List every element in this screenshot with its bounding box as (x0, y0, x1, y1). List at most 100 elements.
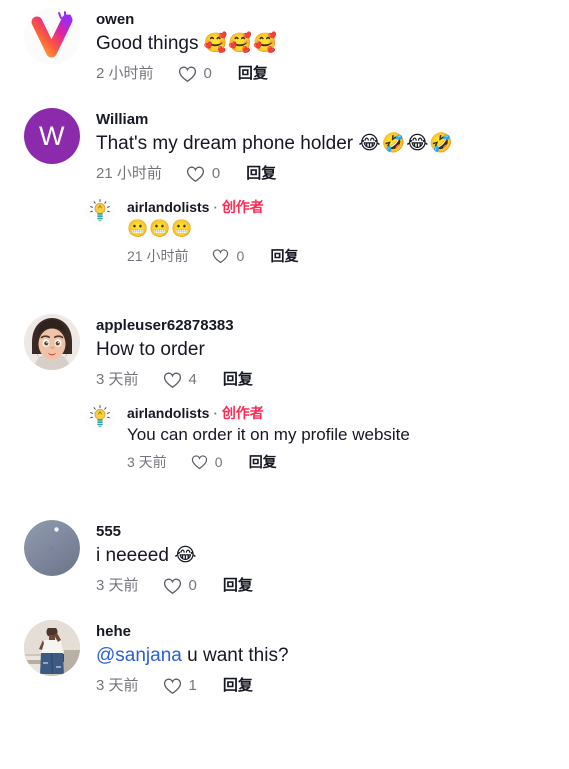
avatar-lightbulb-icon[interactable] (86, 198, 114, 226)
comment-meta: 3 天前 0 回复 (96, 574, 569, 598)
reply-button[interactable]: 回复 (223, 676, 253, 696)
username-text: appleuser62878383 (96, 317, 234, 334)
username-text: William (96, 111, 149, 128)
reply-button[interactable]: 回复 (249, 452, 277, 472)
avatar[interactable] (86, 404, 114, 432)
comment-timestamp: 21 小时前 (96, 165, 162, 182)
reply-meta: 3 天前 0 回复 (127, 450, 569, 474)
reply-emojis: 😬😬😬 (127, 219, 194, 239)
comment-timestamp: 3 天前 (96, 677, 139, 694)
reply-button[interactable]: 回复 (223, 576, 253, 596)
avatar[interactable] (24, 314, 80, 370)
comment-item: W William That's my dream phone holder 😂… (0, 100, 569, 186)
like-count: 0 (203, 65, 212, 82)
like-count: 4 (188, 371, 197, 388)
mention-link[interactable]: @sanjana (96, 645, 182, 666)
username-separator: · (213, 200, 218, 215)
heart-outline-icon[interactable] (191, 454, 208, 471)
comment-item: owen Good things 🥰🥰🥰 2 小时前 0 回复 (0, 0, 569, 86)
comment-username[interactable]: hehe (96, 622, 569, 642)
reply-text-content: You can order it on my profile website (127, 425, 410, 444)
like-button[interactable]: 0 (163, 576, 197, 596)
comment-timestamp: 2 小时前 (96, 65, 154, 82)
like-button[interactable]: 0 (212, 246, 244, 266)
comment-text: How to order (96, 337, 569, 362)
comment-body: William That's my dream phone holder 😂🤣😂… (96, 108, 569, 186)
username-text: 555 (96, 523, 122, 540)
heart-outline-icon[interactable] (186, 165, 205, 184)
avatar-initial-text: W (39, 120, 65, 151)
heart-outline-icon[interactable] (163, 371, 182, 390)
comment-text: @sanjana u want this? (96, 643, 569, 668)
like-count: 1 (188, 677, 197, 694)
like-button[interactable]: 4 (163, 370, 197, 390)
avatar-memoji-face-icon[interactable] (24, 314, 80, 370)
avatar-gray-gradient-icon[interactable] (24, 520, 80, 576)
avatar-logo-v-gradient-icon[interactable] (24, 8, 80, 64)
reply-username[interactable]: airlandolists · 创作者 (127, 404, 569, 423)
avatar[interactable] (24, 8, 80, 64)
reply-timestamp: 21 小时前 (127, 248, 189, 264)
like-button[interactable]: 0 (186, 164, 220, 184)
comment-meta: 3 天前 4 回复 (96, 368, 569, 392)
comment-text: That's my dream phone holder 😂🤣😂🤣 (96, 131, 569, 156)
comment-timestamp: 3 天前 (96, 577, 139, 594)
comment-item: hehe @sanjana u want this? 3 天前 1 回复 (0, 612, 569, 698)
comment-body: hehe @sanjana u want this? 3 天前 1 回复 (96, 620, 569, 698)
reply-meta: 21 小时前 0 回复 (127, 244, 569, 268)
heart-outline-icon[interactable] (178, 65, 197, 84)
comment-meta: 21 小时前 0 回复 (96, 162, 569, 186)
like-count: 0 (211, 165, 221, 182)
like-button[interactable]: 0 (191, 452, 223, 472)
comment-text-content: That's my dream phone holder (96, 133, 359, 154)
reply-body: airlandolists · 创作者 😬😬😬 21 小时前 0 回复 (127, 198, 569, 268)
avatar[interactable]: W (24, 108, 80, 164)
comment-text-content: i neeeed (96, 545, 175, 566)
reply-button[interactable]: 回复 (246, 164, 276, 184)
reply-item: airlandolists · 创作者 😬😬😬 21 小时前 0 回复 (0, 192, 569, 268)
reply-button[interactable]: 回复 (223, 370, 253, 390)
reply-username[interactable]: airlandolists · 创作者 (127, 198, 569, 217)
avatar-initial-letter[interactable]: W (24, 108, 80, 164)
reply-button[interactable]: 回复 (238, 64, 268, 84)
avatar-photo-person-icon[interactable] (24, 620, 80, 676)
comment-emojis: 😂🤣😂🤣 (358, 132, 455, 154)
avatar[interactable] (24, 520, 80, 576)
comment-username[interactable]: 555 (96, 522, 569, 542)
comment-text-content: Good things (96, 33, 204, 54)
like-count: 0 (236, 248, 245, 264)
like-button[interactable]: 0 (178, 64, 212, 84)
comment-username[interactable]: William (96, 110, 569, 130)
username-text: hehe (96, 623, 132, 640)
comment-emojis: 🥰🥰🥰 (203, 32, 278, 54)
comment-meta: 2 小时前 0 回复 (96, 62, 569, 86)
reply-body: airlandolists · 创作者 You can order it on … (127, 404, 569, 474)
like-count: 0 (188, 577, 197, 594)
heart-outline-icon[interactable] (163, 577, 182, 596)
heart-outline-icon[interactable] (212, 248, 229, 265)
comment-text: i neeeed 😂 (96, 543, 569, 568)
comment-emojis: 😂 (174, 544, 198, 566)
reply-text: You can order it on my profile website (127, 424, 569, 446)
reply-button[interactable]: 回复 (270, 246, 298, 266)
comment-username[interactable]: appleuser62878383 (96, 316, 569, 336)
comment-timestamp: 3 天前 (96, 371, 139, 388)
reply-timestamp: 3 天前 (127, 454, 167, 470)
username-text: owen (96, 11, 135, 28)
comment-list: owen Good things 🥰🥰🥰 2 小时前 0 回复 W Willia… (0, 0, 569, 698)
creator-badge: 创作者 (221, 405, 264, 421)
heart-outline-icon[interactable] (163, 677, 182, 696)
avatar[interactable] (24, 620, 80, 676)
avatar-lightbulb-icon[interactable] (86, 404, 114, 432)
like-button[interactable]: 1 (163, 676, 197, 696)
comment-username[interactable]: owen (96, 10, 569, 30)
like-count: 0 (214, 454, 223, 470)
comment-body: appleuser62878383 How to order 3 天前 4 回复 (96, 314, 569, 392)
comment-body: owen Good things 🥰🥰🥰 2 小时前 0 回复 (96, 8, 569, 86)
avatar[interactable] (86, 198, 114, 226)
